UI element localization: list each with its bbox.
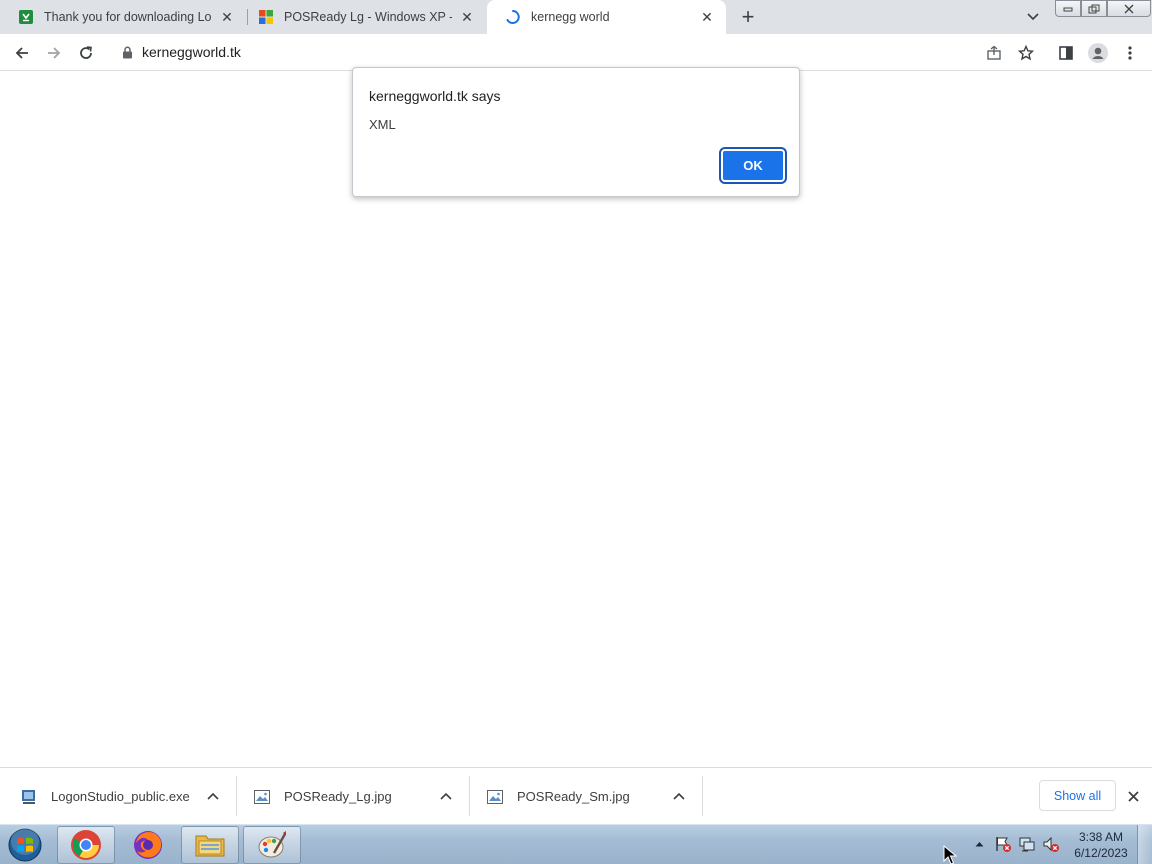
close-icon[interactable]: [1124, 787, 1142, 805]
download-filename: LogonStudio_public.exe: [51, 789, 190, 804]
tab-close-icon[interactable]: ✕: [458, 8, 476, 26]
taskbar-app-firefox[interactable]: [119, 826, 177, 864]
show-desktop-button[interactable]: [1137, 825, 1152, 864]
address-url: kerneggworld.tk: [142, 44, 241, 60]
lock-icon[interactable]: [120, 45, 134, 59]
window-close-icon[interactable]: [1107, 0, 1151, 17]
tab-title: POSReady Lg - Windows XP - Wi: [284, 10, 452, 24]
loading-spinner-icon: [505, 9, 521, 25]
reload-icon[interactable]: [72, 39, 100, 67]
tab-title: Thank you for downloading Logo: [44, 10, 212, 24]
show-all-button[interactable]: Show all: [1039, 780, 1116, 811]
tab-close-icon[interactable]: ✕: [218, 8, 236, 26]
share-icon[interactable]: [980, 39, 1008, 67]
download-divider: [702, 776, 703, 816]
chevron-up-icon[interactable]: [671, 788, 687, 804]
windows-xp-favicon-icon: [258, 9, 274, 25]
chrome-icon: [71, 830, 101, 860]
green-download-favicon-icon: [18, 9, 34, 25]
download-shelf: LogonStudio_public.exe POSReady_Lg.jpg P…: [0, 767, 1152, 824]
taskbar-app-chrome[interactable]: [57, 826, 115, 864]
tab-thank-you[interactable]: Thank you for downloading Logo ✕: [0, 0, 246, 34]
download-item[interactable]: LogonStudio_public.exe: [20, 768, 236, 825]
tab-search-chevron-icon[interactable]: [1021, 6, 1045, 28]
start-orb-icon[interactable]: [5, 827, 45, 863]
back-arrow-icon[interactable]: [8, 39, 36, 67]
bookmark-star-icon[interactable]: [1012, 39, 1040, 67]
image-file-icon: [487, 789, 503, 804]
network-icon[interactable]: [1018, 835, 1036, 853]
profile-avatar-icon[interactable]: [1084, 39, 1112, 67]
alert-message: XML: [369, 117, 396, 132]
clock-time: 3:38 AM: [1078, 830, 1124, 844]
file-explorer-icon: [195, 835, 225, 857]
side-panel-icon[interactable]: [1052, 39, 1080, 67]
show-hidden-icons-icon[interactable]: [970, 835, 988, 853]
download-divider: [236, 776, 237, 816]
window-controls: [1055, 0, 1151, 17]
tab-title: kernegg world: [531, 10, 610, 24]
chevron-up-icon[interactable]: [438, 788, 454, 804]
taskbar-app-explorer[interactable]: [181, 826, 239, 864]
chevron-up-icon[interactable]: [205, 788, 221, 804]
tab-strip: Thank you for downloading Logo ✕ POSRead…: [0, 0, 1152, 34]
taskbar: 3:38 AM 6/12/2023: [0, 824, 1152, 864]
address-bar[interactable]: kerneggworld.tk: [108, 37, 1044, 67]
restore-icon[interactable]: [1081, 0, 1107, 17]
download-filename: POSReady_Sm.jpg: [517, 789, 630, 804]
image-file-icon: [254, 789, 270, 804]
browser-toolbar: kerneggworld.tk: [0, 34, 1152, 71]
alert-heading: kerneggworld.tk says: [369, 88, 501, 104]
clock-date: 6/12/2023: [1074, 846, 1128, 860]
download-divider: [469, 776, 470, 816]
alert-dialog: kerneggworld.tk says XML OK: [352, 67, 800, 197]
system-clock[interactable]: 3:38 AM 6/12/2023: [1068, 829, 1134, 861]
new-tab-button[interactable]: +: [736, 4, 760, 29]
download-filename: POSReady_Lg.jpg: [284, 789, 392, 804]
download-item[interactable]: POSReady_Sm.jpg: [486, 768, 702, 825]
ok-button[interactable]: OK: [719, 147, 787, 184]
forward-arrow-icon[interactable]: [40, 39, 68, 67]
installer-icon: [22, 789, 35, 804]
taskbar-app-paint[interactable]: [243, 826, 301, 864]
tab-kernegg-world[interactable]: kernegg world ✕: [487, 0, 726, 34]
action-center-flag-icon[interactable]: [994, 835, 1012, 853]
menu-kebab-icon[interactable]: [1116, 39, 1144, 67]
minimize-icon[interactable]: [1055, 0, 1081, 17]
download-item[interactable]: POSReady_Lg.jpg: [253, 768, 469, 825]
paint-icon: [258, 831, 287, 858]
firefox-icon: [134, 831, 162, 859]
tab-posready[interactable]: POSReady Lg - Windows XP - Wi ✕: [240, 0, 486, 34]
mouse-cursor-icon: [943, 845, 957, 864]
volume-muted-icon[interactable]: [1042, 835, 1060, 853]
tab-close-icon[interactable]: ✕: [698, 8, 716, 26]
